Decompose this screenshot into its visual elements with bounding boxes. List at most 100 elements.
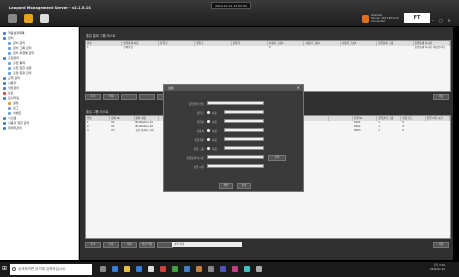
tree-node-icon — [8, 106, 11, 110]
toolbar-button[interactable]: 삭제 — [103, 94, 119, 100]
tree-node-icon — [3, 121, 6, 125]
maximize-button[interactable]: ▢ — [438, 18, 444, 24]
tree-node-icon — [8, 46, 11, 50]
dialog-input[interactable] — [224, 146, 264, 150]
table-cell: 0 — [402, 129, 405, 132]
close-button[interactable]: ✕ — [446, 18, 452, 24]
edge-icon[interactable] — [112, 266, 118, 272]
table-cell — [304, 129, 328, 133]
tree-node-icon — [3, 81, 6, 85]
radio-button[interactable] — [207, 138, 210, 141]
app-icon-8[interactable] — [244, 266, 250, 272]
table-cell: 03 — [111, 129, 115, 132]
tree-node-icon — [3, 91, 6, 95]
toolbar-button[interactable]: 저장 — [433, 242, 449, 248]
toolbar-button[interactable]: 일괄 적용 — [139, 242, 155, 248]
app-icon-2[interactable] — [172, 266, 178, 272]
toolbar-button[interactable]: 수정 — [103, 242, 119, 248]
dialog-input[interactable] — [224, 137, 264, 141]
sidebar-item-label: 근태 관리 — [8, 76, 20, 80]
dialog-field-label: 출입구 — [196, 112, 204, 115]
dialog-field-label: 출입 시간 — [193, 166, 204, 169]
tree-node-icon — [3, 36, 6, 40]
tree-node-icon — [8, 61, 11, 65]
table-cell — [304, 46, 340, 50]
dialog-input[interactable] — [224, 119, 264, 123]
dialog-field-label: 출입권한 — [194, 139, 204, 142]
taskbar-search-input[interactable]: 검색하려면 여기에 입력하십시오. — [10, 264, 92, 275]
radio-button[interactable] — [207, 147, 210, 150]
tree-node-icon — [3, 76, 6, 80]
radio-label: 사용 — [212, 121, 217, 124]
dialog-close-icon[interactable]: ✕ — [297, 85, 300, 91]
sidebar-item-label: 출입 통제 — [13, 61, 25, 65]
minimize-button[interactable]: – — [430, 18, 436, 24]
dialog-ok-button[interactable]: 확인 — [219, 183, 233, 189]
dialog-field-label: 사용자 — [196, 130, 204, 133]
store-icon[interactable] — [136, 266, 142, 272]
table-cell — [195, 46, 231, 50]
dialog-cancel-button[interactable]: 취소 — [237, 183, 251, 189]
settings-dialog: 설정 ✕ 출입관리 번호 출입구 사용 출입자 사용 사용자 사용 출입권한 사용 출입 그룹 사용… — [163, 84, 304, 192]
tree-node-icon — [8, 51, 11, 55]
table-cell: 전체출입 — [123, 46, 133, 49]
dialog-input[interactable] — [224, 110, 264, 114]
dialog-input[interactable] — [207, 155, 264, 159]
app-icon-6[interactable] — [220, 266, 226, 272]
toolbar-button[interactable]: 저장 — [433, 94, 449, 100]
windows-start-icon[interactable]: ⊞ — [2, 265, 8, 273]
app-icon-9[interactable] — [256, 266, 262, 272]
app-icon-4[interactable] — [196, 266, 202, 272]
sidebar-item-label: 모니터링 — [8, 96, 20, 100]
tree-node-icon — [3, 56, 6, 60]
toolbar-button[interactable]: 추가 — [85, 94, 101, 100]
clock-display: 2019-01-01 12:00:00 — [211, 2, 251, 9]
radio-button[interactable] — [207, 129, 210, 132]
sidebar-item-label: 사용자 — [8, 81, 17, 85]
toolbar-button[interactable] — [157, 242, 173, 248]
app-icon-7[interactable] — [232, 266, 238, 272]
document-icon[interactable] — [40, 14, 49, 23]
sidebar-item-label: 데이터관리 — [8, 126, 22, 130]
sidebar-item-label: 출입 일정 관리 — [13, 71, 32, 75]
app-icon-5[interactable] — [208, 266, 214, 272]
dialog-title: 설정 — [164, 85, 303, 91]
table-cell: 1 — [87, 46, 89, 49]
toolbar-button[interactable] — [121, 94, 137, 100]
sidebar-item-label: 보안 — [8, 91, 14, 95]
table-cell: 0 — [269, 46, 271, 49]
sidebar-item[interactable]: 데이터관리 — [0, 126, 81, 131]
home-icon[interactable] — [8, 14, 17, 23]
sidebar-item-label: 출입 권한 설정 — [13, 66, 32, 70]
dialog-input[interactable] — [207, 101, 264, 105]
brand-logo: FT — [404, 13, 430, 23]
dialog-input[interactable] — [224, 128, 264, 132]
folder-icon[interactable] — [124, 266, 130, 272]
radio-button[interactable] — [207, 111, 210, 114]
toolbar-button[interactable]: 추가 — [85, 242, 101, 248]
radio-label: 사용 — [212, 130, 217, 133]
radio-button[interactable] — [207, 120, 210, 123]
mail-icon[interactable] — [148, 266, 154, 272]
app-icon-1[interactable] — [160, 266, 166, 272]
table-cell: 출입 통제기 기본 — [135, 129, 154, 132]
toolbar-button[interactable]: 삭제 — [121, 242, 137, 248]
sidebar-item-label: 장치 관리 — [13, 41, 25, 45]
bottom-panel-title: 출입 그룹 리스트 — [86, 110, 109, 114]
search-icon — [12, 267, 16, 271]
dialog-input[interactable] — [207, 164, 264, 168]
sidebar-item-label: 장치 유형별 관리 — [13, 51, 35, 55]
table-row[interactable]: 1 전체출입 0 출입통제 지시문 내용입니다 — [86, 46, 450, 50]
table-cell — [341, 46, 377, 50]
toolbar-button[interactable] — [139, 94, 155, 100]
table-cell: 1 — [378, 129, 380, 132]
search-input[interactable]: 검색 결과 — [172, 242, 242, 247]
tray-date: 2019-01-01 — [429, 268, 445, 271]
sidebar-item-label: 시스템 — [8, 116, 17, 120]
task-view-icon[interactable] — [100, 266, 106, 272]
tree-node-icon — [3, 31, 6, 35]
app-icon-3[interactable] — [184, 266, 190, 272]
select-button[interactable]: 선택 — [268, 155, 286, 161]
table-cell — [159, 46, 195, 50]
settings-icon[interactable] — [24, 14, 33, 23]
